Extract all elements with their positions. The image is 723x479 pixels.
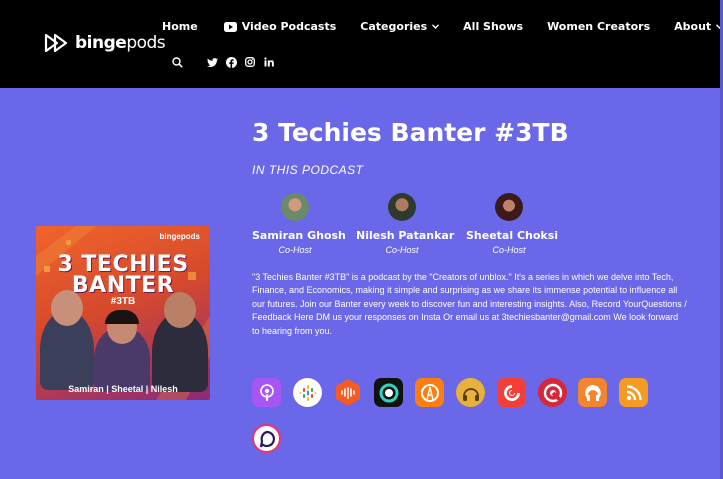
cover-brand: bingepods (159, 232, 200, 241)
podcast-description: "3 Techies Banter #3TB" is a podcast by … (252, 272, 687, 336)
cover-person-nilesh (152, 292, 208, 392)
podcast-addict-headphones-icon[interactable] (456, 378, 485, 407)
avatar (281, 193, 309, 221)
rss-feed-icon[interactable] (619, 378, 648, 407)
twitter-icon[interactable] (206, 56, 218, 68)
nav-categories-label: Categories (360, 20, 428, 33)
nav-women-creators-label: Women Creators (547, 20, 651, 33)
podcast-addict-icon[interactable] (578, 378, 607, 407)
cover-person-samiran (40, 290, 94, 390)
logo-wordmark: bingepods (75, 33, 166, 53)
nav-women-creators[interactable]: Women Creators (547, 20, 650, 33)
pocket-casts-ring-icon[interactable] (374, 378, 403, 407)
logo-wordmark-light: pods (126, 33, 166, 53)
nav-home-label: Home (162, 20, 198, 33)
host-role: Co-Host (278, 245, 312, 255)
bingepods-logo[interactable]: bingepods (43, 31, 166, 55)
page-title: 3 Techies Banter #3TB (252, 118, 569, 147)
host-nilesh-patankar[interactable]: Nilesh Patankar Co-Host (356, 193, 455, 255)
castbox-icon[interactable] (333, 378, 362, 407)
overcast-icon[interactable] (415, 378, 444, 407)
top-navigation-bar: bingepods Home Video Podcasts Categories… (0, 0, 723, 88)
host-name: Samiran Ghosh (252, 229, 346, 242)
host-name: Sheetal Choksi (466, 229, 559, 242)
linkedin-icon[interactable] (263, 56, 275, 68)
main-nav: Home Video Podcasts Categories All Shows… (162, 20, 723, 33)
avatar (495, 193, 523, 221)
pocket-casts-icon[interactable] (497, 378, 526, 407)
youtube-icon (223, 21, 237, 32)
nav-all-shows-label: All Shows (463, 20, 524, 33)
nav-about-label: About (674, 20, 712, 33)
nav-about[interactable]: About (674, 20, 723, 33)
host-sheetal-choksi[interactable]: Sheetal Choksi Co-Host (466, 193, 559, 255)
avatar (388, 193, 416, 221)
in-this-podcast-heading: IN THIS PODCAST (252, 163, 364, 177)
podchaser-icon[interactable] (252, 424, 281, 453)
nav-categories[interactable]: Categories (360, 20, 440, 33)
cover-names: Samiran | Sheetal | Nilesh (68, 384, 178, 394)
nav-all-shows[interactable]: All Shows (463, 20, 523, 33)
logo-wordmark-bold: binge (75, 33, 127, 53)
host-samiran-ghosh[interactable]: Samiran Ghosh Co-Host (252, 193, 346, 255)
podcast-cover-art: bingepods 3 TECHIES BANTER #3TB Samiran … (36, 226, 210, 400)
nav-video-podcasts-label: Video Podcasts (241, 20, 337, 33)
apple-podcasts-icon[interactable] (252, 378, 281, 407)
cover-person-sheetal (94, 310, 150, 392)
facebook-icon[interactable] (225, 56, 237, 68)
nav-video-podcasts[interactable]: Video Podcasts (223, 20, 337, 33)
castro-icon[interactable] (538, 378, 567, 407)
chevron-down-icon (432, 24, 440, 29)
host-name: Nilesh Patankar (356, 229, 455, 242)
instagram-icon[interactable] (244, 56, 256, 68)
host-role: Co-Host (492, 245, 526, 255)
bingepods-logo-icon (44, 33, 68, 53)
host-role: Co-Host (385, 245, 419, 255)
header-icons (171, 56, 275, 68)
search-icon[interactable] (171, 56, 183, 68)
google-podcasts-icon[interactable] (293, 378, 322, 407)
nav-home[interactable]: Home (162, 20, 198, 33)
